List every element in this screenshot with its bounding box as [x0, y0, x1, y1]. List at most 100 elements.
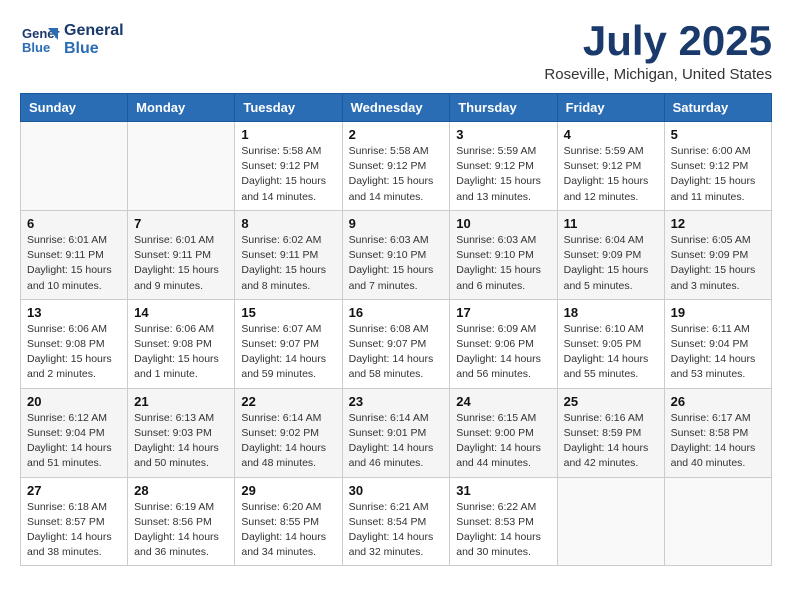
day-number: 12: [671, 216, 765, 231]
svg-text:Blue: Blue: [22, 40, 50, 55]
weekday-header: Friday: [557, 94, 664, 122]
location-subtitle: Roseville, Michigan, United States: [544, 66, 772, 83]
calendar-day-cell: 28Sunrise: 6:19 AM Sunset: 8:56 PM Dayli…: [128, 477, 235, 566]
day-info: Sunrise: 5:58 AM Sunset: 9:12 PM Dayligh…: [349, 144, 444, 205]
calendar-day-cell: 22 Sunrise: 6:14 AM Sunset: 9:02 PM Dayli…: [235, 388, 342, 477]
day-number: 27: [27, 483, 121, 498]
day-number: 18: [564, 305, 658, 320]
calendar-day-cell: 11 Sunrise: 6:04 AM Sunset: 9:09 PM Dayli…: [557, 210, 664, 299]
calendar-day-cell: 23 Sunrise: 6:14 AM Sunset: 9:01 PM Dayli…: [342, 388, 450, 477]
calendar-day-cell: [21, 122, 128, 211]
day-number: 1: [241, 127, 335, 142]
weekday-header: Saturday: [664, 94, 771, 122]
day-info: Sunrise: 6:02 AM Sunset: 9:11 PM Dayligh…: [241, 233, 335, 294]
day-info: Sunrise: 6:14 AM Sunset: 9:01 PM Dayligh…: [349, 411, 444, 472]
day-info: Sunrise: 5:59 AM Sunset: 9:12 PM Dayligh…: [456, 144, 550, 205]
day-number: 7: [134, 216, 228, 231]
calendar-week-row: 20Sunrise: 6:12 AM Sunset: 9:04 PM Dayli…: [21, 388, 772, 477]
calendar-day-cell: 25 Sunrise: 6:16 AM Sunset: 8:59 PM Dayli…: [557, 388, 664, 477]
day-number: 10: [456, 216, 550, 231]
calendar-day-cell: 31 Sunrise: 6:22 AM Sunset: 8:53 PM Dayli…: [450, 477, 557, 566]
calendar-day-cell: 9 Sunrise: 6:03 AM Sunset: 9:10 PM Daylig…: [342, 210, 450, 299]
day-number: 17: [456, 305, 550, 320]
day-number: 23: [349, 394, 444, 409]
day-info: Sunrise: 6:10 AM Sunset: 9:05 PM Dayligh…: [564, 322, 658, 383]
title-block: July 2025 Roseville, Michigan, United St…: [544, 20, 772, 83]
day-info: Sunrise: 6:04 AM Sunset: 9:09 PM Dayligh…: [564, 233, 658, 294]
calendar-day-cell: 8Sunrise: 6:02 AM Sunset: 9:11 PM Daylig…: [235, 210, 342, 299]
calendar-day-cell: [128, 122, 235, 211]
day-number: 15: [241, 305, 335, 320]
calendar-day-cell: 26Sunrise: 6:17 AM Sunset: 8:58 PM Dayli…: [664, 388, 771, 477]
day-number: 30: [349, 483, 444, 498]
day-info: Sunrise: 6:07 AM Sunset: 9:07 PM Dayligh…: [241, 322, 335, 383]
day-info: Sunrise: 6:00 AM Sunset: 9:12 PM Dayligh…: [671, 144, 765, 205]
calendar-day-cell: 12 Sunrise: 6:05 AM Sunset: 9:09 PM Dayli…: [664, 210, 771, 299]
day-info: Sunrise: 6:12 AM Sunset: 9:04 PM Dayligh…: [27, 411, 121, 472]
weekday-header: Wednesday: [342, 94, 450, 122]
day-info: Sunrise: 6:06 AM Sunset: 9:08 PM Dayligh…: [134, 322, 228, 383]
day-info: Sunrise: 5:59 AM Sunset: 9:12 PM Dayligh…: [564, 144, 658, 205]
calendar-day-cell: 19Sunrise: 6:11 AM Sunset: 9:04 PM Dayli…: [664, 299, 771, 388]
day-info: Sunrise: 6:20 AM Sunset: 8:55 PM Dayligh…: [241, 500, 335, 561]
day-info: Sunrise: 6:18 AM Sunset: 8:57 PM Dayligh…: [27, 500, 121, 561]
calendar-week-row: 1 Sunrise: 5:58 AM Sunset: 9:12 PM Daylig…: [21, 122, 772, 211]
calendar-week-row: 13Sunrise: 6:06 AM Sunset: 9:08 PM Dayli…: [21, 299, 772, 388]
calendar-day-cell: 3 Sunrise: 5:59 AM Sunset: 9:12 PM Daylig…: [450, 122, 557, 211]
calendar-day-cell: 13Sunrise: 6:06 AM Sunset: 9:08 PM Dayli…: [21, 299, 128, 388]
day-number: 5: [671, 127, 765, 142]
calendar-day-cell: 17Sunrise: 6:09 AM Sunset: 9:06 PM Dayli…: [450, 299, 557, 388]
day-number: 31: [456, 483, 550, 498]
day-info: Sunrise: 5:58 AM Sunset: 9:12 PM Dayligh…: [241, 144, 335, 205]
day-info: Sunrise: 6:21 AM Sunset: 8:54 PM Dayligh…: [349, 500, 444, 561]
day-info: Sunrise: 6:13 AM Sunset: 9:03 PM Dayligh…: [134, 411, 228, 472]
day-number: 28: [134, 483, 228, 498]
day-info: Sunrise: 6:08 AM Sunset: 9:07 PM Dayligh…: [349, 322, 444, 383]
calendar-day-cell: 18 Sunrise: 6:10 AM Sunset: 9:05 PM Dayli…: [557, 299, 664, 388]
calendar-day-cell: 7 Sunrise: 6:01 AM Sunset: 9:11 PM Daylig…: [128, 210, 235, 299]
calendar-day-cell: 27 Sunrise: 6:18 AM Sunset: 8:57 PM Dayli…: [21, 477, 128, 566]
calendar-week-row: 6 Sunrise: 6:01 AM Sunset: 9:11 PM Daylig…: [21, 210, 772, 299]
calendar-day-cell: 2 Sunrise: 5:58 AM Sunset: 9:12 PM Daylig…: [342, 122, 450, 211]
day-info: Sunrise: 6:16 AM Sunset: 8:59 PM Dayligh…: [564, 411, 658, 472]
day-info: Sunrise: 6:03 AM Sunset: 9:10 PM Dayligh…: [349, 233, 444, 294]
day-info: Sunrise: 6:05 AM Sunset: 9:09 PM Dayligh…: [671, 233, 765, 294]
month-year-title: July 2025: [544, 20, 772, 62]
day-number: 4: [564, 127, 658, 142]
calendar-day-cell: 24Sunrise: 6:15 AM Sunset: 9:00 PM Dayli…: [450, 388, 557, 477]
logo: General Blue General Blue: [20, 20, 124, 60]
calendar-day-cell: 1 Sunrise: 5:58 AM Sunset: 9:12 PM Daylig…: [235, 122, 342, 211]
page-header: General Blue General Blue July 2025 Rose…: [20, 20, 772, 83]
day-number: 9: [349, 216, 444, 231]
day-info: Sunrise: 6:11 AM Sunset: 9:04 PM Dayligh…: [671, 322, 765, 383]
weekday-header-row: SundayMondayTuesdayWednesdayThursdayFrid…: [21, 94, 772, 122]
day-number: 6: [27, 216, 121, 231]
calendar-day-cell: 6 Sunrise: 6:01 AM Sunset: 9:11 PM Daylig…: [21, 210, 128, 299]
calendar-day-cell: 20Sunrise: 6:12 AM Sunset: 9:04 PM Dayli…: [21, 388, 128, 477]
day-number: 3: [456, 127, 550, 142]
day-info: Sunrise: 6:22 AM Sunset: 8:53 PM Dayligh…: [456, 500, 550, 561]
day-info: Sunrise: 6:01 AM Sunset: 9:11 PM Dayligh…: [134, 233, 228, 294]
day-number: 16: [349, 305, 444, 320]
day-info: Sunrise: 6:15 AM Sunset: 9:00 PM Dayligh…: [456, 411, 550, 472]
weekday-header: Tuesday: [235, 94, 342, 122]
day-number: 11: [564, 216, 658, 231]
day-info: Sunrise: 6:14 AM Sunset: 9:02 PM Dayligh…: [241, 411, 335, 472]
day-number: 25: [564, 394, 658, 409]
calendar-day-cell: 5 Sunrise: 6:00 AM Sunset: 9:12 PM Daylig…: [664, 122, 771, 211]
day-info: Sunrise: 6:01 AM Sunset: 9:11 PM Dayligh…: [27, 233, 121, 294]
day-number: 14: [134, 305, 228, 320]
day-info: Sunrise: 6:03 AM Sunset: 9:10 PM Dayligh…: [456, 233, 550, 294]
weekday-header: Thursday: [450, 94, 557, 122]
calendar-table: SundayMondayTuesdayWednesdayThursdayFrid…: [20, 93, 772, 566]
calendar-day-cell: [664, 477, 771, 566]
calendar-day-cell: 30 Sunrise: 6:21 AM Sunset: 8:54 PM Dayli…: [342, 477, 450, 566]
day-number: 22: [241, 394, 335, 409]
weekday-header: Sunday: [21, 94, 128, 122]
day-number: 2: [349, 127, 444, 142]
day-info: Sunrise: 6:06 AM Sunset: 9:08 PM Dayligh…: [27, 322, 121, 383]
day-number: 26: [671, 394, 765, 409]
calendar-day-cell: 10 Sunrise: 6:03 AM Sunset: 9:10 PM Dayli…: [450, 210, 557, 299]
day-number: 21: [134, 394, 228, 409]
calendar-day-cell: [557, 477, 664, 566]
